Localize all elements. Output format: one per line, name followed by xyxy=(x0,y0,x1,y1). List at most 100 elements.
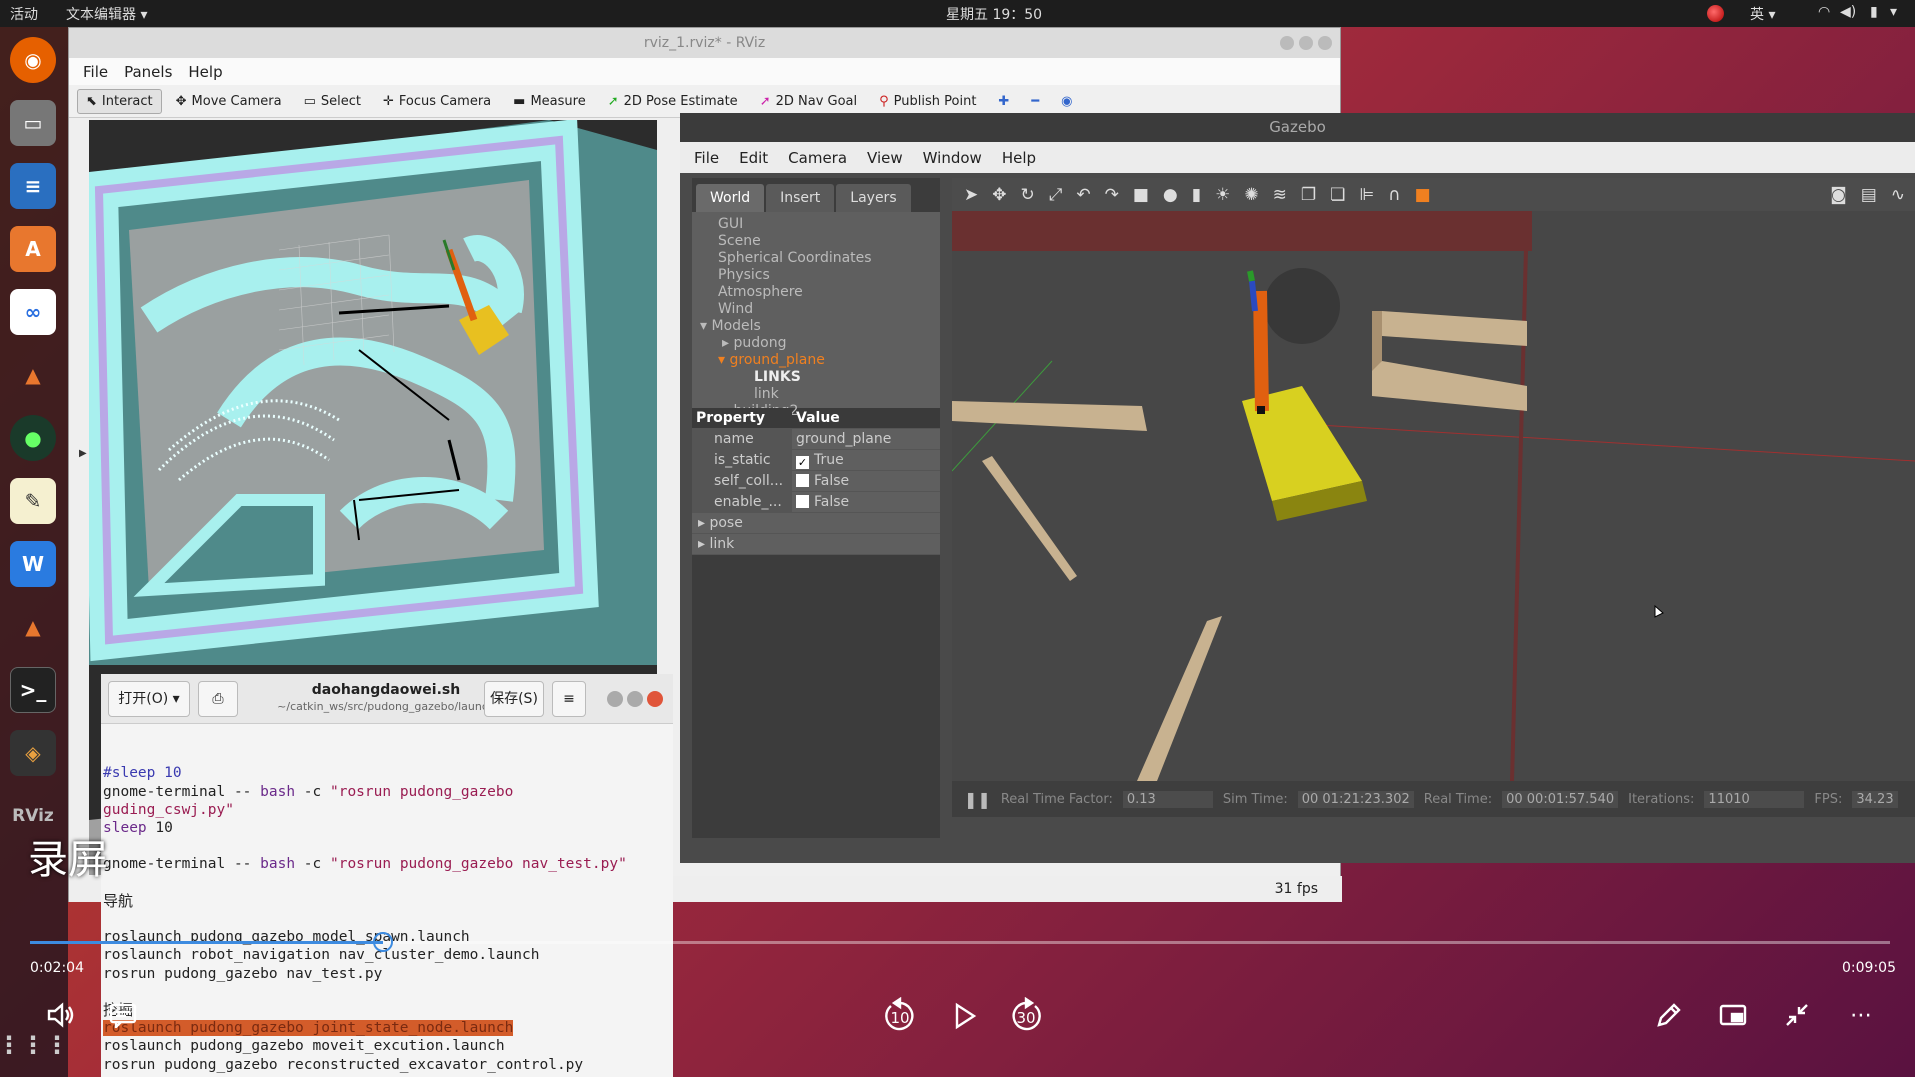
prop-row-is-static[interactable]: is_static ✓ True xyxy=(692,450,940,471)
hamburger-menu-icon[interactable]: ≡ xyxy=(552,681,586,717)
prop-value[interactable]: ground_plane xyxy=(792,429,940,449)
software-center-icon[interactable]: A xyxy=(10,226,56,272)
prop-row-enable-wind[interactable]: enable_... False xyxy=(692,492,940,513)
tab-world[interactable]: World xyxy=(696,184,765,212)
directional-light-icon[interactable]: ≋ xyxy=(1273,185,1287,205)
translate-mode-icon[interactable]: ✥ xyxy=(992,185,1006,205)
more-options-icon[interactable]: ⋯ xyxy=(1844,998,1878,1032)
left-panel-toggle-icon[interactable]: ▶ xyxy=(79,448,87,459)
matlab-2-icon[interactable]: ▲ xyxy=(10,604,56,650)
tree-item[interactable]: GUI xyxy=(692,216,940,233)
gazebo-3d-view[interactable] xyxy=(952,211,1915,781)
box-shape-icon[interactable]: ■ xyxy=(1133,185,1149,205)
tree-item-pudong[interactable]: ▸ pudong xyxy=(692,335,940,352)
editor-headerbar[interactable]: 打开(O) ▾ ⎙ daohangdaowei.sh ~/catkin_ws/s… xyxy=(101,674,673,724)
gazebo-titlebar[interactable]: Gazebo xyxy=(680,113,1915,142)
recording-indicator-icon[interactable] xyxy=(1707,5,1724,22)
gz-menu-edit[interactable]: Edit xyxy=(739,149,768,167)
writer-icon[interactable]: ≡ xyxy=(10,163,56,209)
remove-tool-icon[interactable]: ━ xyxy=(1023,90,1047,113)
tree-item-models[interactable]: ▾ Models xyxy=(692,318,940,335)
text-editor-icon[interactable]: ✎ xyxy=(10,478,56,524)
open-button[interactable]: 打开(O) ▾ xyxy=(108,681,190,717)
tree-item-link[interactable]: link xyxy=(692,386,940,403)
rviz-titlebar[interactable]: rviz_1.rviz* - RViz xyxy=(69,28,1340,58)
files-icon[interactable]: ▭ xyxy=(10,100,56,146)
sphere-shape-icon[interactable]: ● xyxy=(1163,185,1178,205)
baidu-netdisk-icon[interactable]: ∞ xyxy=(10,289,56,335)
gz-menu-camera[interactable]: Camera xyxy=(788,149,847,167)
tab-insert[interactable]: Insert xyxy=(766,184,835,212)
gz-menu-help[interactable]: Help xyxy=(1002,149,1036,167)
new-document-icon[interactable]: ⎙ xyxy=(198,681,238,717)
tool-select[interactable]: ▭ Select xyxy=(296,90,369,113)
rviz-icon[interactable]: RViz xyxy=(10,793,56,839)
prop-row-name[interactable]: name ground_plane xyxy=(692,429,940,450)
snap-icon[interactable]: ∩ xyxy=(1388,185,1400,205)
menu-panels[interactable]: Panels xyxy=(124,63,172,81)
log-icon[interactable]: ▤ xyxy=(1861,185,1877,205)
tree-item-links[interactable]: LINKS xyxy=(692,369,940,386)
paste-icon[interactable]: ❏ xyxy=(1330,185,1345,205)
edit-pencil-icon[interactable] xyxy=(1652,998,1686,1032)
tool-measure[interactable]: ▬ Measure xyxy=(505,90,594,113)
tool-2d-nav-goal[interactable]: ➚ 2D Nav Goal xyxy=(752,90,865,113)
webcam-icon[interactable]: ● xyxy=(10,415,56,461)
tree-item[interactable]: Atmosphere xyxy=(692,284,940,301)
rotate-mode-icon[interactable]: ↻ xyxy=(1021,185,1035,205)
volume-icon[interactable]: ◀) xyxy=(1840,4,1856,20)
spot-light-icon[interactable]: ✺ xyxy=(1244,185,1258,205)
tree-item[interactable]: Scene xyxy=(692,233,940,250)
maximize-icon[interactable] xyxy=(1299,36,1313,50)
save-button[interactable]: 保存(S) xyxy=(484,681,544,717)
skip-forward-button[interactable]: 30 xyxy=(1006,996,1046,1036)
align-icon[interactable]: ⊫ xyxy=(1359,185,1374,205)
point-light-icon[interactable]: ☀ xyxy=(1215,185,1230,205)
close-icon[interactable] xyxy=(647,691,663,707)
stack-icon[interactable]: ◈ xyxy=(10,730,56,776)
screenshot-icon[interactable]: ◙ xyxy=(1830,185,1847,205)
menu-help[interactable]: Help xyxy=(188,63,222,81)
wps-icon[interactable]: W xyxy=(10,541,56,587)
firefox-icon[interactable]: ◉ xyxy=(10,37,56,83)
undo-icon[interactable]: ↶ xyxy=(1076,185,1090,205)
tool-2d-pose-estimate[interactable]: ➚ 2D Pose Estimate xyxy=(600,90,746,113)
battery-icon[interactable]: ▮ xyxy=(1870,4,1878,20)
gz-menu-view[interactable]: View xyxy=(867,149,903,167)
minimize-icon[interactable] xyxy=(607,691,623,707)
show-apps-icon[interactable]: ⋮⋮⋮ xyxy=(0,1022,69,1068)
cylinder-shape-icon[interactable]: ▮ xyxy=(1192,185,1201,205)
scale-mode-icon[interactable]: ⤢ xyxy=(1049,185,1063,205)
prop-row-self-collide[interactable]: self_coll... False xyxy=(692,471,940,492)
redo-icon[interactable]: ↷ xyxy=(1105,185,1119,205)
activities-button[interactable]: 活动 xyxy=(10,4,38,24)
exit-fullscreen-icon[interactable] xyxy=(1780,998,1814,1032)
code-area[interactable]: #sleep 10 gnome-terminal -- bash -c "rosr… xyxy=(101,724,673,1077)
tree-item[interactable]: Spherical Coordinates xyxy=(692,250,940,267)
close-icon[interactable] xyxy=(1318,36,1332,50)
tab-layers[interactable]: Layers xyxy=(836,184,911,212)
tool-interact[interactable]: ⬉ Interact xyxy=(77,88,162,114)
wifi-icon[interactable]: ◠ xyxy=(1818,4,1830,20)
input-method[interactable]: 英 ▾ xyxy=(1750,4,1775,24)
tool-focus-camera[interactable]: ✛ Focus Camera xyxy=(375,90,499,113)
checkbox-checked-icon[interactable]: ✓ xyxy=(796,456,809,469)
tool-move-camera[interactable]: ✥ Move Camera xyxy=(168,90,290,113)
checkbox-icon[interactable] xyxy=(796,474,809,487)
prop-link[interactable]: ▸ link xyxy=(692,534,940,555)
tool-options-icon[interactable]: ◉ xyxy=(1053,90,1080,113)
tree-item-ground-plane[interactable]: ▾ ground_plane xyxy=(692,352,940,369)
maximize-icon[interactable] xyxy=(627,691,643,707)
matlab-icon[interactable]: ▲ xyxy=(10,352,56,398)
checkbox-icon[interactable] xyxy=(796,495,809,508)
play-button[interactable] xyxy=(944,996,984,1036)
terminal-icon[interactable]: >_ xyxy=(10,667,56,713)
pause-icon[interactable]: ❚❚ xyxy=(964,790,991,809)
copy-icon[interactable]: ❐ xyxy=(1301,185,1316,205)
app-menu[interactable]: 文本编辑器 ▾ xyxy=(66,4,147,24)
menu-file[interactable]: File xyxy=(83,63,108,81)
system-menu-icon[interactable]: ▾ xyxy=(1890,4,1897,20)
change-view-icon[interactable]: ■ xyxy=(1415,185,1431,205)
tree-item[interactable]: Physics xyxy=(692,267,940,284)
minimize-icon[interactable] xyxy=(1280,36,1294,50)
